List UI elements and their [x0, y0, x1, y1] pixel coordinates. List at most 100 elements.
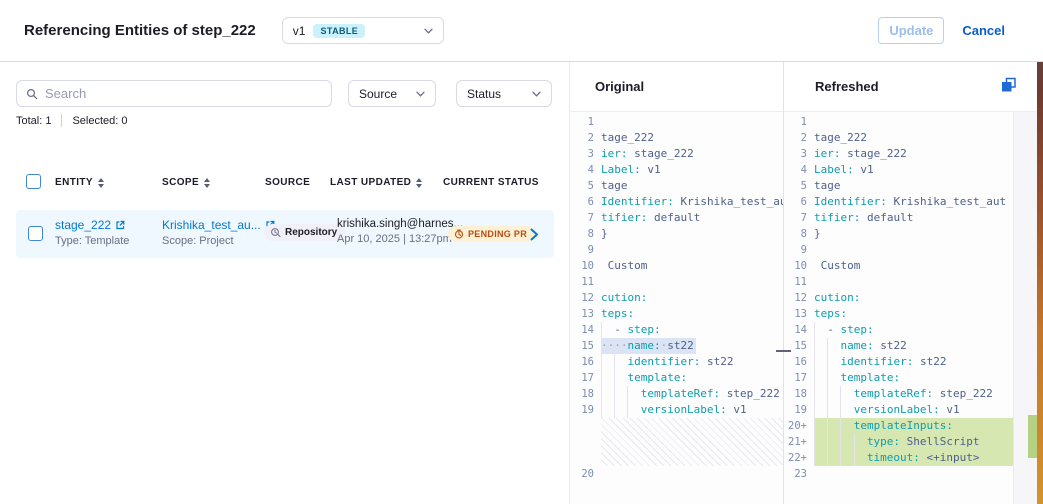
code-line: 5tage	[784, 178, 1013, 194]
code-line: 7tifier: default	[784, 210, 1013, 226]
code-line: 14- step:	[571, 322, 783, 338]
line-number: 2	[571, 130, 601, 146]
referencing-entities-drawer: Referencing Entities of step_222 v1 STAB…	[0, 0, 1043, 504]
line-number: 19	[571, 402, 601, 418]
sort-icon[interactable]	[204, 178, 210, 188]
entity-link[interactable]: stage_222	[55, 218, 111, 232]
code-line: 4Label: v1	[784, 162, 1013, 178]
code-line: 20	[571, 466, 783, 482]
code-line: 19versionLabel: v1	[784, 402, 1013, 418]
line-number: 1	[784, 114, 814, 130]
line-number: 20	[571, 466, 601, 482]
line-number: 14	[571, 322, 601, 338]
select-all-checkbox[interactable]	[26, 174, 41, 189]
code-line: 12cution:	[571, 290, 783, 306]
line-number: 12	[571, 290, 601, 306]
code-line: 5tage	[571, 178, 783, 194]
update-button[interactable]: Update	[878, 17, 944, 44]
source-filter[interactable]: Source	[348, 80, 436, 107]
line-number: 7	[571, 210, 601, 226]
line-number: 3	[784, 146, 814, 162]
version-value: v1	[293, 24, 306, 38]
status-badge-label: PENDING PR	[468, 229, 527, 239]
code-line: 15name: st22	[784, 338, 1013, 354]
code-line: 8}	[571, 226, 783, 242]
table-row[interactable]: stage_222 Type: Template Krishika_test_a…	[16, 210, 554, 258]
diff-section: Original Refreshed 12tage_2223ier: stage…	[571, 62, 1037, 504]
results-summary: Total: 1 Selected: 0	[16, 114, 128, 127]
column-current-status: CURRENT STATUS	[443, 177, 539, 188]
code-line: 1	[571, 114, 783, 130]
code-line: 2tage_222	[784, 130, 1013, 146]
updated-by: krishika.singh@harnes...	[337, 218, 463, 230]
code-line: 18templateRef: step_222	[571, 386, 783, 402]
code-line: 13teps:	[784, 306, 1013, 322]
external-link-icon[interactable]	[115, 220, 125, 230]
line-number: 14	[784, 322, 814, 338]
line-number: 20+	[784, 418, 814, 434]
source-badge: Repository	[264, 224, 346, 241]
line-number: 19	[784, 402, 814, 418]
line-number: 1	[571, 114, 601, 130]
line-number: 12	[784, 290, 814, 306]
code-line: 4Label: v1	[571, 162, 783, 178]
diff-sash-handle[interactable]	[776, 350, 791, 352]
code-line: 7tifier: default	[571, 210, 783, 226]
copy-icon[interactable]	[1001, 77, 1017, 93]
line-number: 23	[784, 466, 814, 482]
code-line: 19versionLabel: v1	[571, 402, 783, 418]
background-edge-strip	[1037, 0, 1043, 504]
entity-type: Type: Template	[55, 235, 129, 247]
line-number: 4	[784, 162, 814, 178]
column-scope[interactable]: SCOPE	[162, 177, 210, 188]
code-line: 10 Custom	[784, 258, 1013, 274]
code-line: 17template:	[571, 370, 783, 386]
cancel-button[interactable]: Cancel	[962, 23, 1005, 38]
line-number: 10	[784, 258, 814, 274]
status-filter[interactable]: Status	[456, 80, 552, 107]
code-line: 15····name:·st22	[571, 338, 783, 354]
search-icon	[26, 88, 38, 100]
line-number: 2	[784, 130, 814, 146]
code-line: 3ier: stage_222	[784, 146, 1013, 162]
line-number: 17	[784, 370, 814, 386]
version-select[interactable]: v1 STABLE	[282, 17, 444, 44]
search-box[interactable]	[16, 80, 332, 107]
line-number: 11	[571, 274, 601, 290]
line-number: 5	[571, 178, 601, 194]
chevron-down-icon	[416, 91, 425, 97]
drawer-header: Referencing Entities of step_222 v1 STAB…	[0, 0, 1043, 62]
code-line: 23	[784, 466, 1013, 482]
summary-divider	[61, 114, 62, 127]
updated-at: Apr 10, 2025 | 13:27pm	[337, 233, 463, 245]
search-input[interactable]	[45, 86, 322, 101]
line-number: 6	[571, 194, 601, 210]
sort-icon[interactable]	[416, 178, 422, 188]
code-line: 16identifier: st22	[784, 354, 1013, 370]
scope-link[interactable]: Krishika_test_au...	[162, 218, 261, 232]
column-last-updated[interactable]: LAST UPDATED	[330, 177, 422, 188]
last-updated-cell: krishika.singh@harnes... Apr 10, 2025 | …	[337, 218, 463, 245]
line-number	[571, 418, 601, 466]
code-line: 6Identifier: Krishika_test_aut	[571, 194, 783, 210]
selected-count: Selected: 0	[72, 115, 127, 127]
line-number: 5	[784, 178, 814, 194]
row-checkbox[interactable]	[28, 226, 43, 241]
line-number: 22+	[784, 450, 814, 466]
code-line: 10 Custom	[571, 258, 783, 274]
sort-icon[interactable]	[98, 178, 104, 188]
scope-type: Scope: Project	[162, 235, 275, 247]
chevron-down-icon	[532, 91, 541, 97]
overview-added-mark	[1028, 415, 1037, 458]
refreshed-code-pane: 12tage_2223ier: stage_2224Label: v15tage…	[784, 112, 1013, 504]
column-entity[interactable]: ENTITY	[55, 177, 104, 188]
code-line: 6Identifier: Krishika_test_aut	[784, 194, 1013, 210]
source-filter-label: Source	[359, 87, 397, 101]
total-count: Total: 1	[16, 115, 51, 127]
repository-icon	[270, 227, 281, 238]
code-line: 22+timeout: <+input>	[784, 450, 1013, 466]
line-number: 17	[571, 370, 601, 386]
diff-scrollbar[interactable]	[1013, 112, 1037, 504]
row-expand-chevron-icon[interactable]	[530, 228, 539, 241]
line-number: 9	[571, 242, 601, 258]
